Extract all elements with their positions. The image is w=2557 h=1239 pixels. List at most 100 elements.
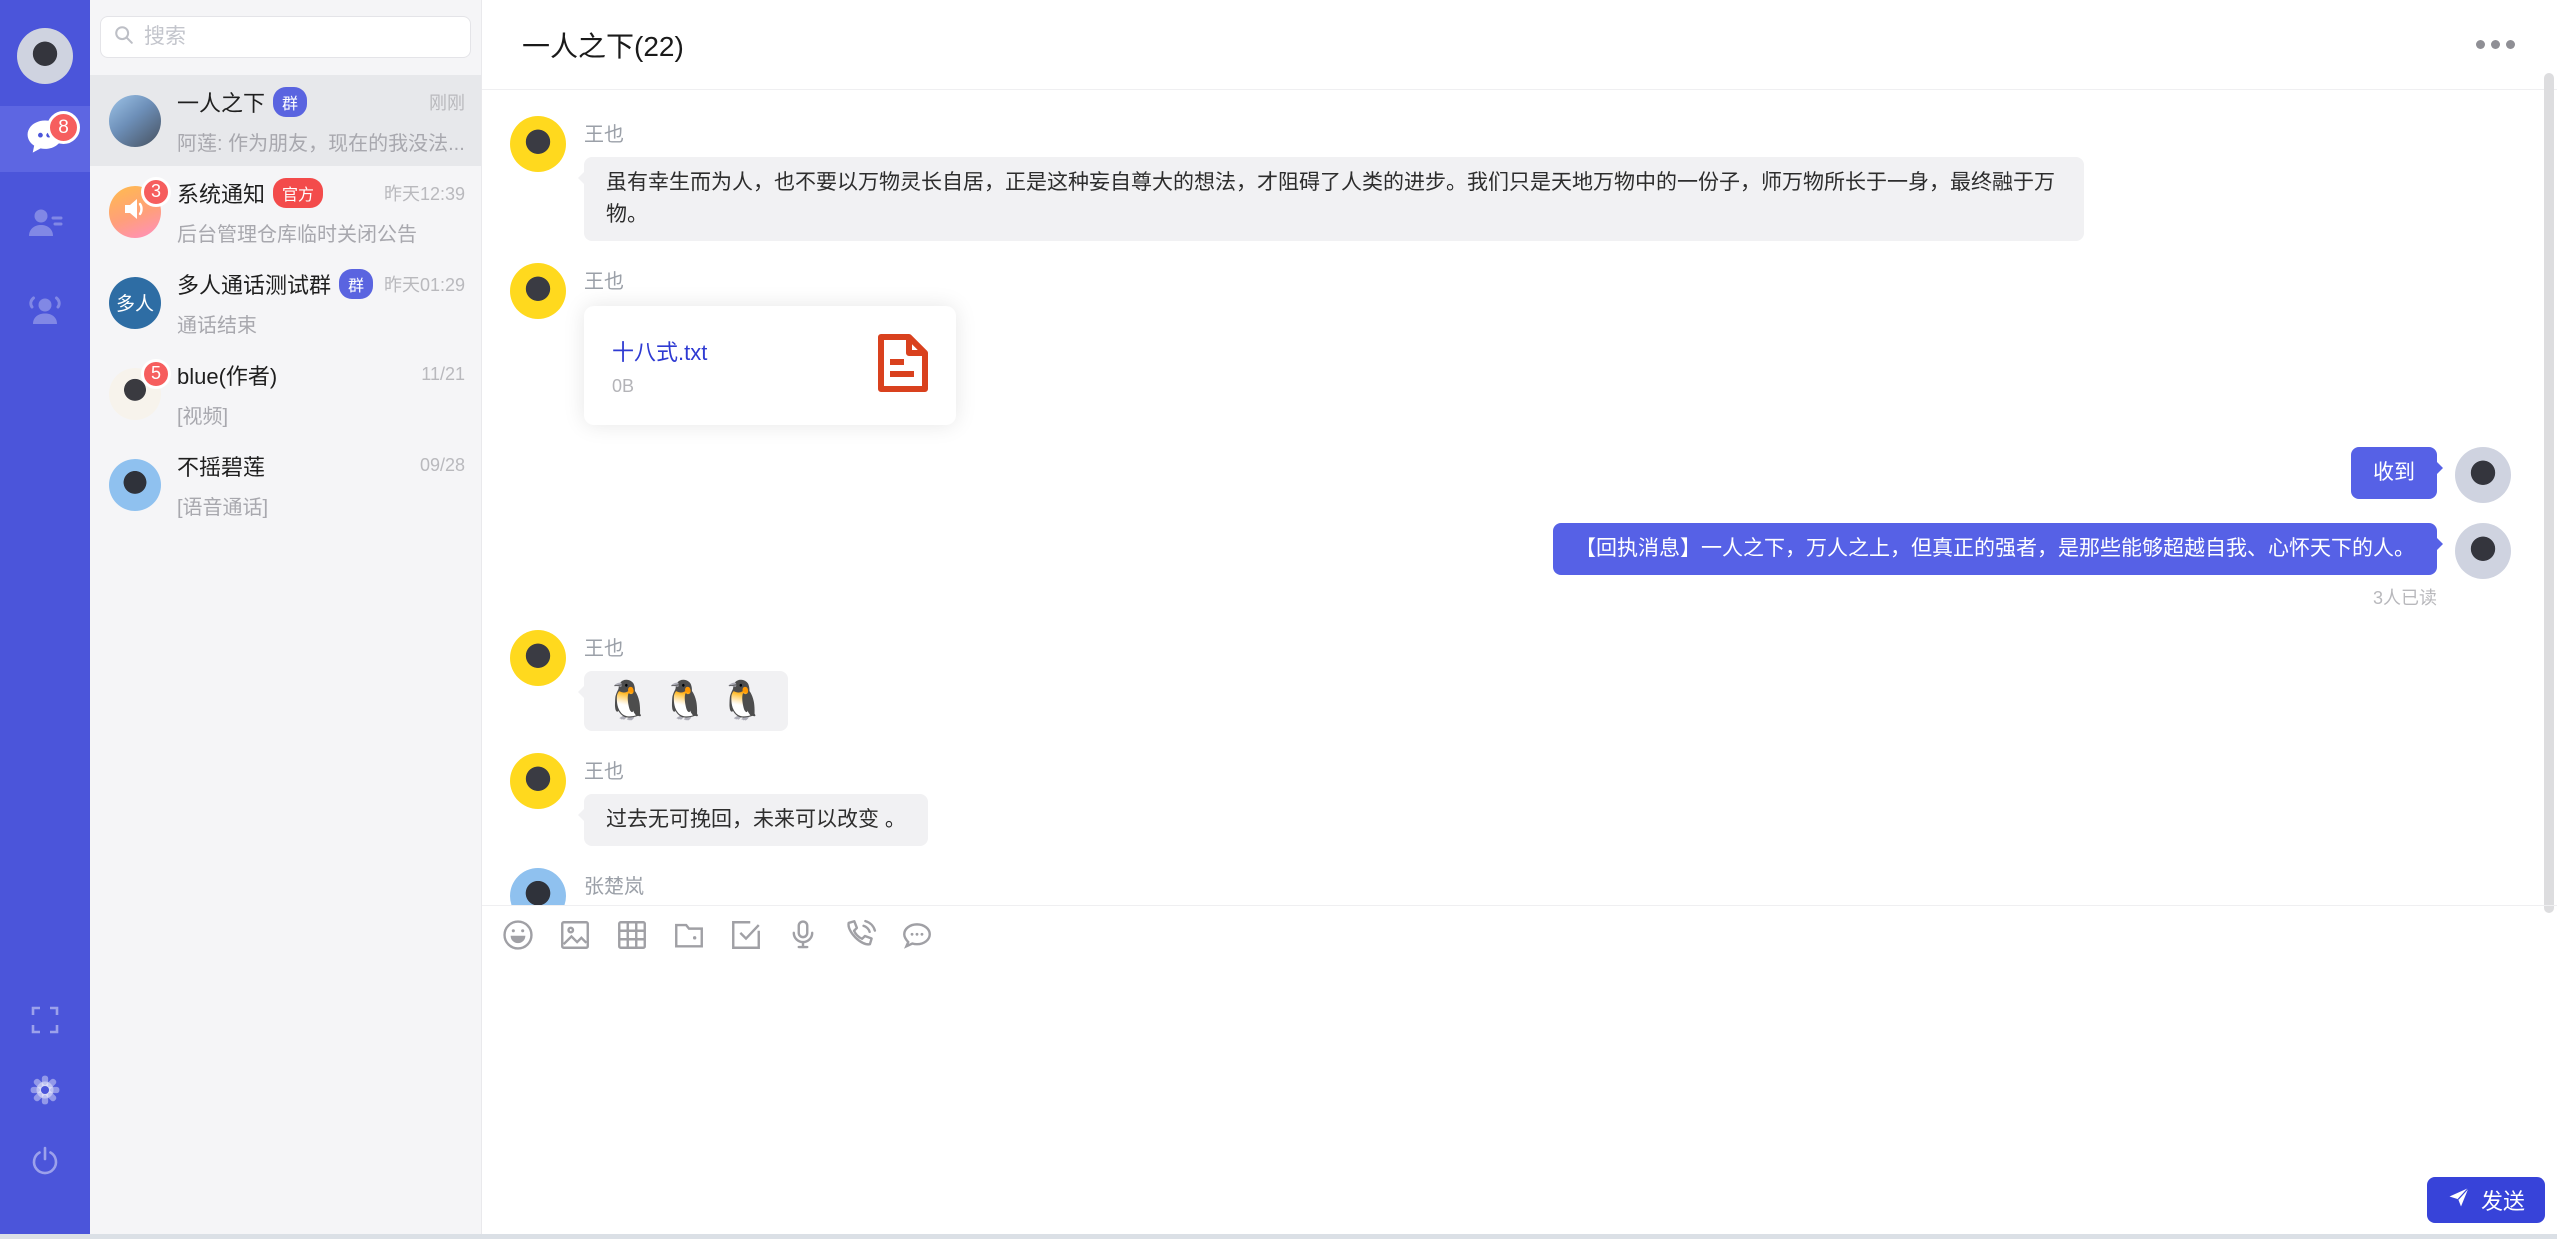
group-tag: 群 (339, 269, 373, 299)
paper-plane-icon (2447, 1185, 2471, 1215)
chat-history-icon[interactable] (900, 918, 934, 952)
sender-name: 王也 (584, 755, 624, 784)
chat-items: 一人之下 群 刚刚 阿莲: 作为朋友，现在的我没法... 3 系统通知 (90, 75, 481, 530)
conversation-name: 系统通知 (177, 177, 265, 209)
microphone-icon[interactable] (786, 918, 820, 952)
contacts-icon (25, 203, 65, 248)
conversation-time: 昨天01:29 (376, 271, 465, 297)
search-box[interactable] (100, 16, 471, 58)
check-square-icon[interactable] (729, 918, 763, 952)
conversation-preview: 阿莲: 作为朋友，现在的我没法... (177, 127, 465, 156)
conversation-time: 09/28 (412, 455, 465, 476)
sticker-bubble[interactable]: 🐧🐧🐧 (584, 671, 788, 731)
avatar-text: 多人 (116, 289, 154, 316)
chats-unread-badge: 8 (47, 111, 80, 144)
conversation-name: blue(作者) (177, 359, 277, 391)
app-window: 8 (0, 0, 2557, 1234)
avatar (109, 459, 161, 511)
message-list: 王也 虽有幸生而为人，也不要以万物灵长自居，正是这种妄自尊大的想法，才阻碍了人类… (482, 90, 2557, 905)
message-outgoing-receipt: 【回执消息】一人之下，万人之上，但真正的强者，是那些能够超越自我、心怀天下的人。… (510, 523, 2511, 610)
avatar[interactable] (510, 753, 566, 809)
conversation-name: 不摇碧莲 (177, 450, 265, 482)
more-menu-icon[interactable] (2470, 34, 2521, 55)
message-incoming: 王也 过去无可挽回，未来可以改变 。 (510, 753, 2511, 846)
phone-icon[interactable] (843, 918, 877, 952)
list-item-yirenzhixia[interactable]: 一人之下 群 刚刚 阿莲: 作为朋友，现在的我没法... (90, 75, 481, 166)
message-bubble[interactable]: 【回执消息】一人之下，万人之上，但真正的强者，是那些能够超越自我、心怀天下的人。 (1553, 523, 2437, 575)
conversation-name: 多人通话测试群 (177, 268, 331, 300)
power-icon (29, 1145, 61, 1182)
group-tag: 群 (273, 87, 307, 117)
avatar[interactable] (2455, 447, 2511, 503)
group-icon (24, 288, 66, 335)
list-item-system-notice[interactable]: 3 系统通知 官方 昨天12:39 后台管理仓库临时关闭公告 (90, 166, 481, 257)
list-item-multi-call-group[interactable]: 多人 多人通话测试群 群 昨天01:29 通话结束 (90, 257, 481, 348)
gear-icon (27, 1072, 63, 1113)
settings-button[interactable] (0, 1072, 90, 1113)
user-avatar[interactable] (17, 28, 73, 84)
send-label: 发送 (2481, 1184, 2525, 1216)
sender-name: 王也 (584, 265, 624, 294)
message-input-area: 发送 (482, 905, 2557, 1234)
message-bubble[interactable]: 虽有幸生而为人，也不要以万物灵长自居，正是这种妄自尊大的想法，才阻碍了人类的进步… (584, 157, 2084, 241)
nav-groups[interactable] (0, 278, 90, 344)
conversation-time: 刚刚 (421, 89, 465, 115)
folder-icon[interactable] (672, 918, 706, 952)
message-incoming: 张楚岚 作为朋友，现在的我没法保证救你逃出生天，我能保证的只有...如果你真的会… (510, 868, 2511, 905)
window-bottom-edge (0, 1234, 2557, 1239)
chat-header: 一人之下(22) (482, 0, 2557, 90)
file-attachment-card[interactable]: 十八式.txt 0B (584, 306, 956, 425)
file-size: 0B (612, 376, 707, 397)
avatar: 5 (109, 368, 161, 420)
conversation-name: 一人之下 (177, 86, 265, 118)
conversation-preview: [视频] (177, 400, 465, 429)
fullscreen-button[interactable] (0, 1005, 90, 1040)
file-document-icon (876, 332, 930, 399)
fullscreen-icon (30, 1005, 60, 1040)
sender-name: 王也 (584, 632, 624, 661)
sender-name: 张楚岚 (584, 870, 644, 899)
nav-contacts[interactable] (0, 192, 90, 258)
nav-chats[interactable]: 8 (0, 106, 90, 172)
avatar: 多人 (109, 277, 161, 329)
avatar: 3 (109, 186, 161, 238)
search-input[interactable] (144, 25, 458, 49)
official-tag: 官方 (273, 178, 323, 208)
input-toolbar (501, 918, 2537, 952)
message-incoming-sticker: 王也 🐧🐧🐧 (510, 630, 2511, 731)
message-incoming-file: 王也 十八式.txt 0B (510, 263, 2511, 425)
conversation-list-panel: 一人之下 群 刚刚 阿莲: 作为朋友，现在的我没法... 3 系统通知 (90, 0, 482, 1234)
list-item-blue-author[interactable]: 5 blue(作者) 11/21 [视频] (90, 348, 481, 439)
avatar[interactable] (2455, 523, 2511, 579)
message-incoming: 王也 虽有幸生而为人，也不要以万物灵长自居，正是这种妄自尊大的想法，才阻碍了人类… (510, 116, 2511, 241)
file-name[interactable]: 十八式.txt (612, 335, 707, 367)
avatar[interactable] (510, 868, 566, 905)
left-rail: 8 (0, 0, 90, 1234)
conversation-preview: 通话结束 (177, 309, 465, 338)
read-receipt: 3人已读 (2373, 584, 2437, 610)
conversation-time: 昨天12:39 (376, 180, 465, 206)
sender-name: 王也 (584, 118, 624, 147)
search-icon (113, 24, 135, 51)
avatar[interactable] (510, 630, 566, 686)
message-bubble[interactable]: 收到 (2351, 447, 2437, 499)
emoji-icon[interactable] (501, 918, 535, 952)
conversation-preview: [语音通话] (177, 491, 465, 520)
avatar (109, 95, 161, 147)
message-outgoing: 收到 (510, 447, 2511, 503)
chat-panel: 一人之下(22) 王也 虽有幸生而为人，也不要以万物灵长自居，正是这种妄自尊大的… (482, 0, 2557, 1234)
send-button[interactable]: 发送 (2427, 1177, 2545, 1223)
image-icon[interactable] (558, 918, 592, 952)
chat-title: 一人之下(22) (522, 25, 684, 65)
avatar[interactable] (510, 116, 566, 172)
power-button[interactable] (0, 1145, 90, 1182)
conversation-preview: 后台管理仓库临时关闭公告 (177, 218, 465, 247)
message-input[interactable] (482, 970, 2557, 1164)
unread-badge: 3 (141, 177, 171, 207)
list-item-buyaobilian[interactable]: 不摇碧莲 09/28 [语音通话] (90, 439, 481, 530)
avatar[interactable] (510, 263, 566, 319)
grid-icon[interactable] (615, 918, 649, 952)
message-bubble[interactable]: 过去无可挽回，未来可以改变 。 (584, 794, 928, 846)
scrollbar[interactable] (2544, 73, 2554, 913)
conversation-time: 11/21 (413, 364, 465, 385)
